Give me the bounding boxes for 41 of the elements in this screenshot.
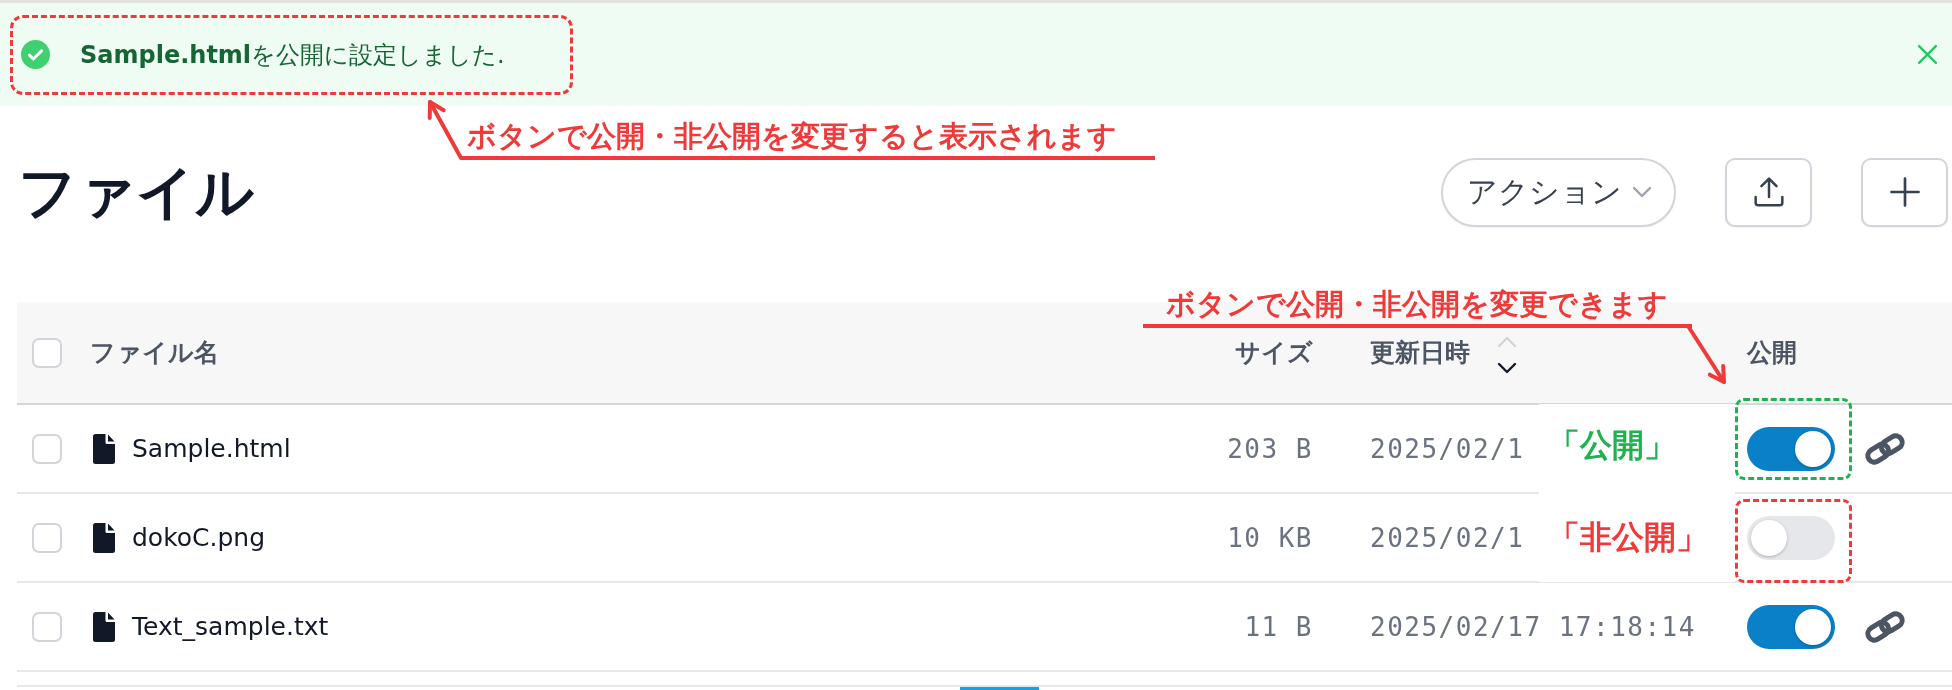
actions-dropdown[interactable]: アクション	[1441, 157, 1676, 227]
public-toggle[interactable]	[1747, 426, 1835, 471]
file-icon	[93, 611, 115, 642]
file-name: Text_sample.txt	[132, 612, 329, 641]
file-icon	[93, 433, 115, 464]
close-icon[interactable]	[1917, 44, 1938, 65]
file-size: 11 B	[1244, 611, 1313, 642]
chevron-down-icon	[1632, 186, 1652, 198]
public-toggle[interactable]	[1747, 515, 1835, 560]
row-checkbox[interactable]	[32, 611, 62, 642]
plus-icon	[1889, 177, 1920, 207]
upload-button[interactable]	[1725, 157, 1812, 227]
modified-date: 2025/02/1	[1370, 433, 1525, 464]
modified-date: 2025/02/1	[1370, 522, 1525, 553]
row-checkbox[interactable]	[32, 522, 62, 553]
notification-message: Sample.htmlを公開に設定しました.	[80, 39, 505, 71]
public-toggle[interactable]	[1747, 604, 1835, 649]
annotation-callout: ボタンで公開・非公開を変更すると表示されます	[461, 116, 1155, 160]
callout-arrow	[1686, 324, 1726, 384]
file-size: 10 KB	[1227, 522, 1313, 553]
page-title: ファイル	[18, 157, 254, 228]
column-header: 公開	[1747, 337, 1797, 369]
annotation-label: 「公開」	[1548, 425, 1676, 466]
link-icon[interactable]	[1863, 432, 1907, 465]
column-header: サイズ	[1235, 337, 1313, 369]
file-size: 203 B	[1227, 433, 1313, 464]
link-icon[interactable]	[1863, 610, 1907, 643]
column-header: ファイル名	[90, 337, 219, 369]
file-name: Sample.html	[132, 434, 291, 463]
file-name: dokoC.png	[132, 523, 266, 552]
file-icon	[93, 522, 115, 553]
modified-date: 2025/02/17 17:18:14	[1370, 611, 1696, 642]
upload-icon	[1753, 177, 1784, 207]
annotation-callout: ボタンで公開・非公開を変更できます	[1143, 284, 1692, 328]
row-checkbox[interactable]	[32, 433, 62, 464]
add-button[interactable]	[1861, 157, 1948, 227]
callout-arrow	[427, 100, 463, 160]
annotation-label: 「非公開」	[1548, 517, 1708, 558]
check-circle-icon	[21, 40, 50, 69]
column-header: 更新日時	[1370, 337, 1470, 369]
select-all-checkbox[interactable]	[32, 337, 62, 368]
